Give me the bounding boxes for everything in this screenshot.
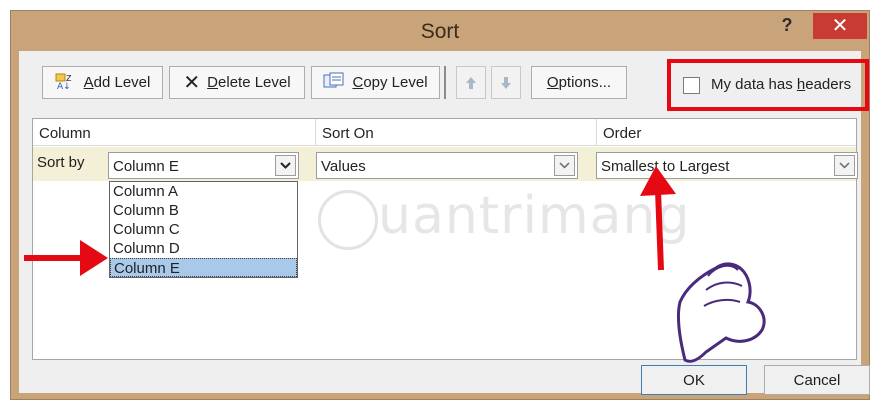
red-arrow-up-icon <box>640 166 676 271</box>
annotation-overlay <box>24 166 766 363</box>
pointing-hand-icon <box>676 262 766 363</box>
red-arrow-right-icon <box>24 240 108 276</box>
